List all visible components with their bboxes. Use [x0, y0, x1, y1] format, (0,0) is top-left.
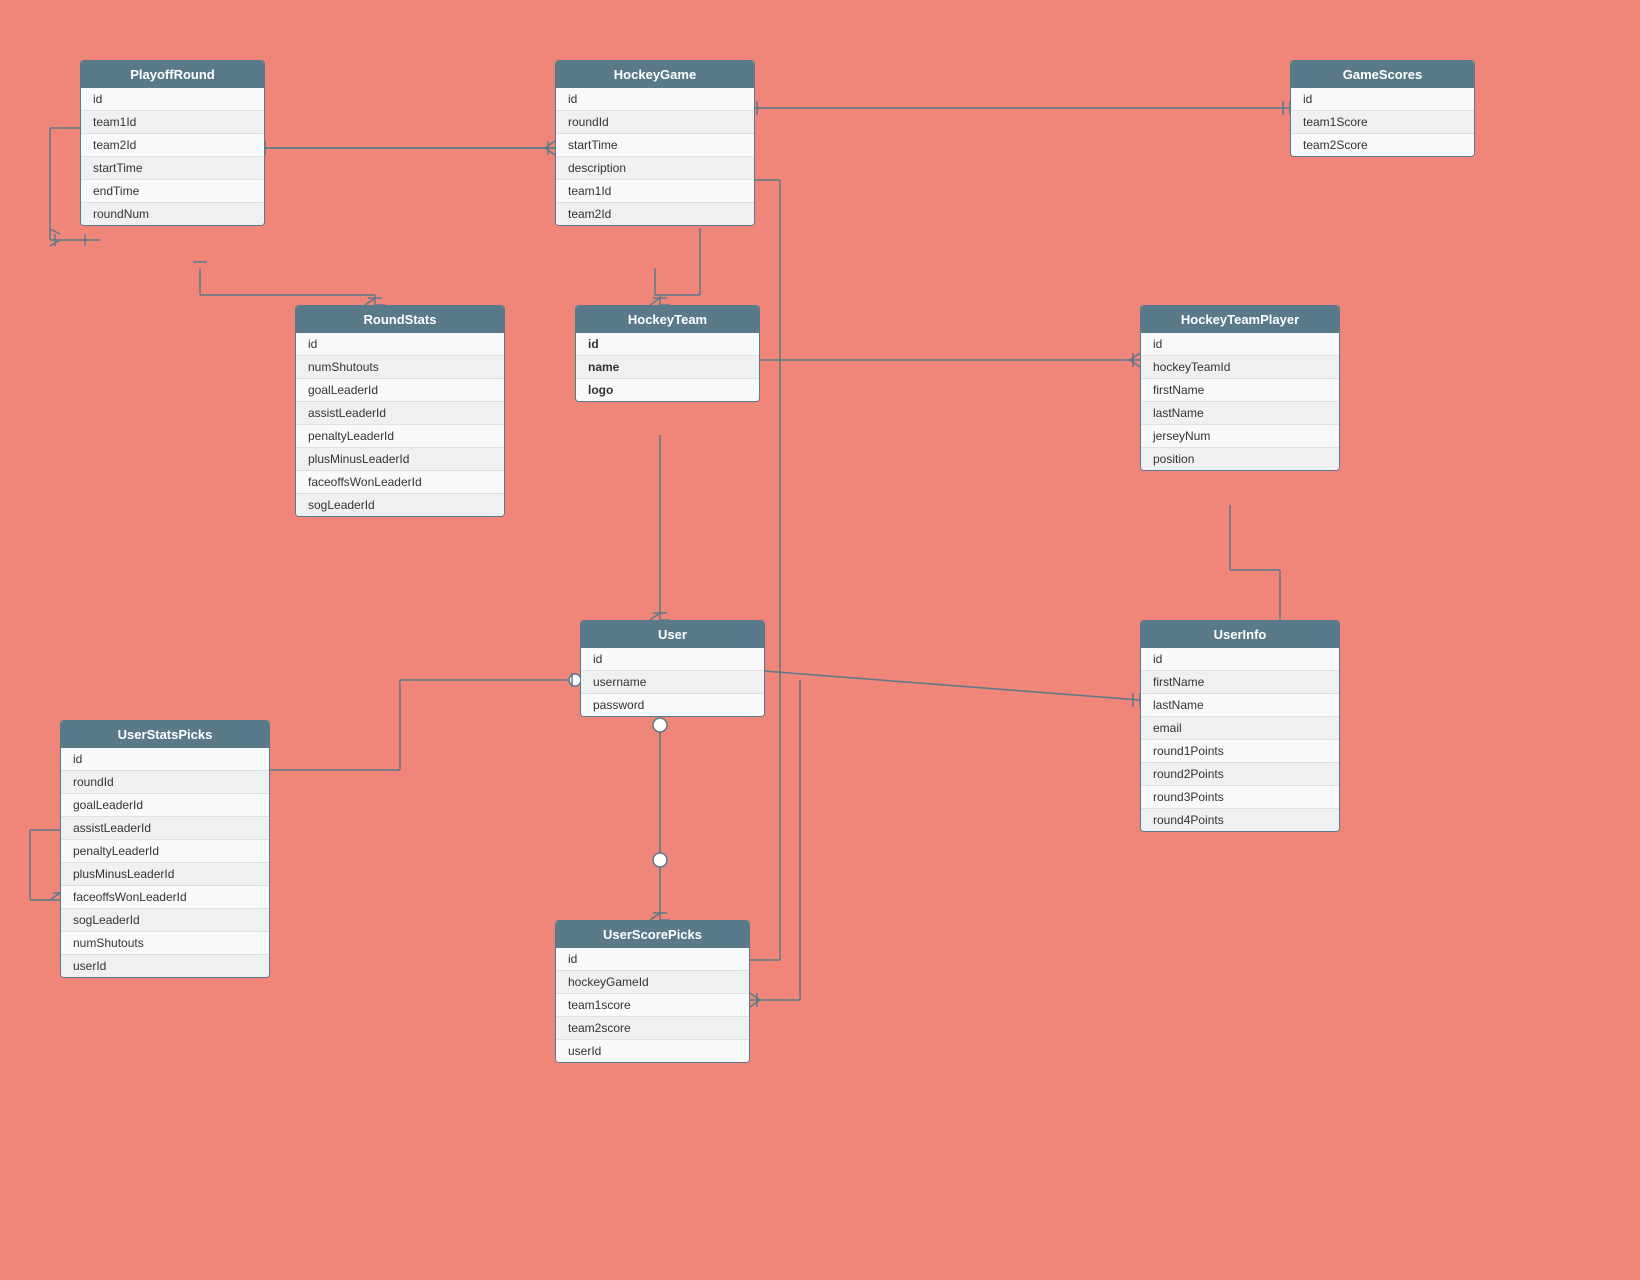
row-assistLeaderId: assistLeaderId: [61, 817, 269, 840]
header-PlayoffRound: PlayoffRound: [81, 61, 264, 88]
header-UserScorePicks: UserScorePicks: [556, 921, 749, 948]
row-id: id: [61, 748, 269, 771]
row-faceoffsWonLeaderId: faceoffsWonLeaderId: [296, 471, 504, 494]
row-userId: userId: [556, 1040, 749, 1062]
row-roundId: roundId: [556, 111, 754, 134]
row-id: id: [581, 648, 764, 671]
row-goalLeaderId: goalLeaderId: [61, 794, 269, 817]
table-RoundStats: RoundStats id numShutouts goalLeaderId a…: [295, 305, 505, 517]
row-logo: logo: [576, 379, 759, 401]
row-round1Points: round1Points: [1141, 740, 1339, 763]
row-sogLeaderId: sogLeaderId: [296, 494, 504, 516]
row-team1Id: team1Id: [81, 111, 264, 134]
header-HockeyGame: HockeyGame: [556, 61, 754, 88]
header-RoundStats: RoundStats: [296, 306, 504, 333]
row-assistLeaderId: assistLeaderId: [296, 402, 504, 425]
row-sogLeaderId: sogLeaderId: [61, 909, 269, 932]
row-team2Id: team2Id: [556, 203, 754, 225]
row-team1Score: team1Score: [1291, 111, 1474, 134]
row-startTime: startTime: [556, 134, 754, 157]
row-hockeyTeamId: hockeyTeamId: [1141, 356, 1339, 379]
row-numShutouts: numShutouts: [296, 356, 504, 379]
row-lastName: lastName: [1141, 402, 1339, 425]
row-roundNum: roundNum: [81, 203, 264, 225]
table-GameScores: GameScores id team1Score team2Score: [1290, 60, 1475, 157]
header-HockeyTeam: HockeyTeam: [576, 306, 759, 333]
row-team2Id: team2Id: [81, 134, 264, 157]
row-id: id: [556, 948, 749, 971]
table-HockeyTeamPlayer: HockeyTeamPlayer id hockeyTeamId firstNa…: [1140, 305, 1340, 471]
table-UserStatsPicks: UserStatsPicks id roundId goalLeaderId a…: [60, 720, 270, 978]
row-roundId: roundId: [61, 771, 269, 794]
table-UserScorePicks: UserScorePicks id hockeyGameId team1scor…: [555, 920, 750, 1063]
row-penaltyLeaderId: penaltyLeaderId: [61, 840, 269, 863]
header-UserInfo: UserInfo: [1141, 621, 1339, 648]
diagram-container: PlayoffRound id team1Id team2Id startTim…: [0, 0, 1640, 1280]
row-hockeyGameId: hockeyGameId: [556, 971, 749, 994]
header-UserStatsPicks: UserStatsPicks: [61, 721, 269, 748]
row-userId: userId: [61, 955, 269, 977]
row-id: id: [1141, 333, 1339, 356]
row-team2score: team2score: [556, 1017, 749, 1040]
row-lastName: lastName: [1141, 694, 1339, 717]
row-password: password: [581, 694, 764, 716]
row-username: username: [581, 671, 764, 694]
row-team2Score: team2Score: [1291, 134, 1474, 156]
row-firstName: firstName: [1141, 379, 1339, 402]
row-name: name: [576, 356, 759, 379]
row-id: id: [576, 333, 759, 356]
row-firstName: firstName: [1141, 671, 1339, 694]
row-faceoffsWonLeaderId: faceoffsWonLeaderId: [61, 886, 269, 909]
row-round3Points: round3Points: [1141, 786, 1339, 809]
table-UserInfo: UserInfo id firstName lastName email rou…: [1140, 620, 1340, 832]
table-User: User id username password: [580, 620, 765, 717]
row-description: description: [556, 157, 754, 180]
row-id: id: [81, 88, 264, 111]
row-jerseyNum: jerseyNum: [1141, 425, 1339, 448]
row-email: email: [1141, 717, 1339, 740]
row-id: id: [556, 88, 754, 111]
row-round4Points: round4Points: [1141, 809, 1339, 831]
row-team1Id: team1Id: [556, 180, 754, 203]
row-id: id: [1291, 88, 1474, 111]
header-GameScores: GameScores: [1291, 61, 1474, 88]
row-position: position: [1141, 448, 1339, 470]
row-round2Points: round2Points: [1141, 763, 1339, 786]
table-HockeyGame: HockeyGame id roundId startTime descript…: [555, 60, 755, 226]
table-HockeyTeam: HockeyTeam id name logo: [575, 305, 760, 402]
row-plusMinusLeaderId: plusMinusLeaderId: [296, 448, 504, 471]
row-numShutouts: numShutouts: [61, 932, 269, 955]
row-team1score: team1score: [556, 994, 749, 1017]
row-id: id: [1141, 648, 1339, 671]
row-id: id: [296, 333, 504, 356]
table-PlayoffRound: PlayoffRound id team1Id team2Id startTim…: [80, 60, 265, 226]
row-goalLeaderId: goalLeaderId: [296, 379, 504, 402]
row-startTime: startTime: [81, 157, 264, 180]
row-penaltyLeaderId: penaltyLeaderId: [296, 425, 504, 448]
header-User: User: [581, 621, 764, 648]
header-HockeyTeamPlayer: HockeyTeamPlayer: [1141, 306, 1339, 333]
row-endTime: endTime: [81, 180, 264, 203]
row-plusMinusLeaderId: plusMinusLeaderId: [61, 863, 269, 886]
